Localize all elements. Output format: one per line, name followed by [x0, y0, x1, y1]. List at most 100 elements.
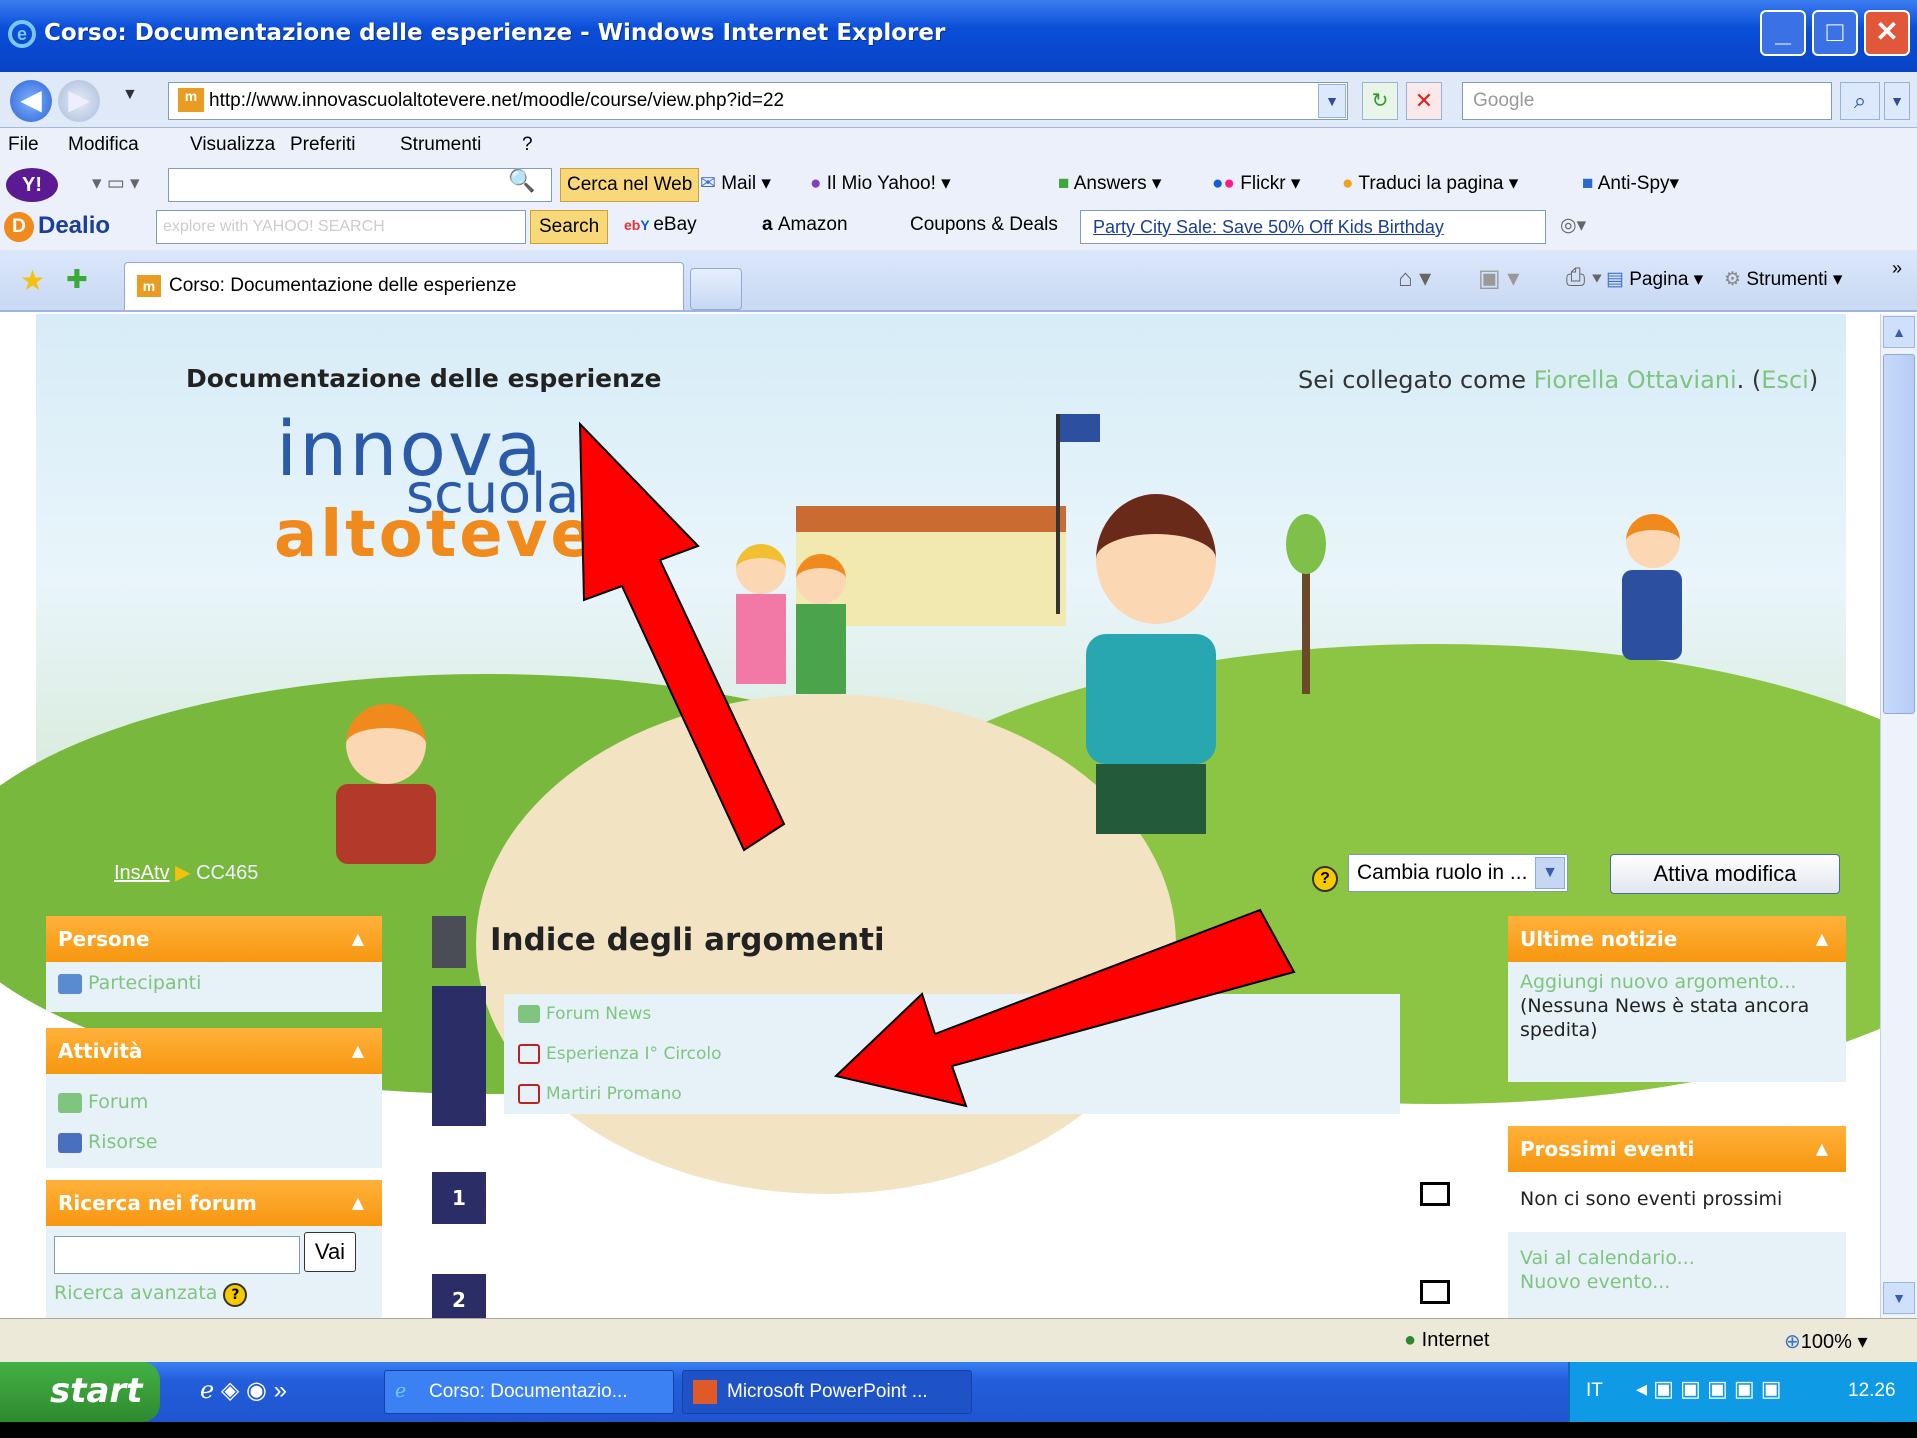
powerpoint-icon: [693, 1380, 717, 1404]
yahoo-flickr-label: Flickr: [1240, 173, 1286, 194]
annotation-arrows: [578, 421, 1296, 1108]
clock: 12.26: [1848, 1380, 1896, 1401]
dealio-ad-link[interactable]: Party City Sale: Save 50% Off Kids Birth…: [1080, 210, 1546, 244]
globe-icon: ●: [1404, 1329, 1422, 1351]
tab-active[interactable]: m Corso: Documentazione delle esperienze: [124, 262, 684, 310]
zone-indicator: ● Internet: [1404, 1329, 1489, 1352]
tray-icons[interactable]: ◂ ▣ ▣ ▣ ▣ ▣: [1636, 1376, 1782, 1402]
ebay-label: eBay: [653, 214, 697, 235]
zoom-icon: ⊕: [1784, 1331, 1801, 1353]
task-ie[interactable]: ℯ Corso: Documentazio...: [384, 1370, 674, 1414]
yahoo-search-input[interactable]: [168, 168, 552, 202]
back-button[interactable]: ◀: [10, 80, 52, 122]
ie-icon: e: [8, 20, 36, 48]
zoom-control[interactable]: ⊕100% ▾: [1784, 1329, 1868, 1354]
zone-label: Internet: [1421, 1329, 1490, 1351]
vertical-scrollbar[interactable]: ▲ ▼: [1880, 314, 1917, 1318]
address-toolbar: ◀ ▶ ▼ http://www.innovascuolaltotevere.n…: [0, 72, 1917, 128]
ie-task-icon: ℯ: [395, 1381, 407, 1402]
taskbar: start ℯ ◈ ◉ » ℯ Corso: Documentazio... Mi…: [0, 1362, 1917, 1422]
search-go-icon[interactable]: ⌕: [1840, 82, 1880, 120]
dealio-brand[interactable]: Dealio: [38, 212, 110, 240]
dealio-search-button[interactable]: Search: [530, 210, 609, 244]
stop-icon[interactable]: ✕: [1406, 82, 1442, 120]
scroll-thumb[interactable]: [1883, 354, 1915, 714]
yahoo-logo-icon[interactable]: Y!: [6, 168, 58, 202]
menu-modifica[interactable]: Modifica: [68, 134, 139, 156]
yahoo-mail-label: Mail: [721, 173, 757, 194]
page-menu[interactable]: ▤ Pagina ▾: [1606, 268, 1703, 291]
menu-bar: File Modifica Visualizza Preferiti Strum…: [0, 128, 1917, 164]
tools-menu-label: Strumenti: [1746, 269, 1828, 290]
dealio-logo-icon: D: [4, 212, 34, 242]
chevron-right-icon[interactable]: »: [1892, 258, 1902, 279]
yahoo-magnifier-icon[interactable]: 🔍: [508, 168, 535, 194]
yahoo-mail-link[interactable]: ✉ Mail ▾: [700, 172, 771, 195]
dealio-toolbar: D Dealio explore with YAHOO! SEARCH Sear…: [0, 206, 1917, 250]
amazon-link[interactable]: a Amazon: [762, 214, 848, 236]
page-menu-label: Pagina: [1629, 269, 1689, 290]
home-icon[interactable]: ⌂ ▾: [1398, 264, 1431, 293]
screen-border: [0, 1422, 1917, 1438]
menu-help[interactable]: ?: [522, 134, 533, 156]
system-tray: IT ◂ ▣ ▣ ▣ ▣ ▣ 12.26: [1568, 1362, 1917, 1422]
quicklaunch-icons[interactable]: ℯ ◈ ◉ »: [200, 1376, 287, 1405]
dealio-search-input[interactable]: explore with YAHOO! SEARCH: [156, 210, 526, 244]
yahoo-translate-link[interactable]: ● Traduci la pagina ▾: [1342, 172, 1518, 195]
start-button[interactable]: start: [0, 1362, 160, 1422]
screen: e Corso: Documentazione delle esperienze…: [0, 0, 1917, 1438]
page-viewport: Documentazione delle esperienze Sei coll…: [0, 314, 1880, 1318]
yahoo-pencil-icon[interactable]: ▾ ▭ ▾: [92, 172, 140, 195]
menu-visualizza[interactable]: Visualizza: [190, 134, 275, 156]
yahoo-my-link[interactable]: ● Il Mio Yahoo! ▾: [810, 172, 951, 195]
yahoo-toolbar: Y! ▾ ▭ ▾ 🔍 Cerca nel Web ✉ Mail ▾ ● Il M…: [0, 164, 1917, 206]
close-button[interactable]: ✕: [1864, 10, 1910, 56]
forward-button[interactable]: ▶: [58, 80, 100, 122]
favorites-star-icon[interactable]: ★: [20, 264, 45, 297]
add-favorite-icon[interactable]: ✚: [66, 264, 88, 295]
url-field[interactable]: http://www.innovascuolaltotevere.net/moo…: [168, 82, 1348, 120]
dealio-options-icon[interactable]: ◎▾: [1560, 214, 1586, 237]
search-field[interactable]: Google: [1462, 82, 1832, 120]
zoom-label: 100%: [1800, 1331, 1852, 1353]
status-bar: ● Internet ⊕100% ▾: [0, 1318, 1917, 1362]
print-icon[interactable]: ⎙ ▾: [1566, 264, 1602, 292]
window-titlebar: e Corso: Documentazione delle esperienze…: [0, 0, 1917, 72]
scroll-up-icon[interactable]: ▲: [1883, 316, 1915, 348]
scroll-down-icon[interactable]: ▼: [1883, 1282, 1915, 1314]
task-ie-label: Corso: Documentazio...: [429, 1381, 628, 1402]
tab-bar: ★ ✚ m Corso: Documentazione delle esperi…: [0, 250, 1917, 312]
red-arrow-up: [578, 421, 786, 852]
minimize-button[interactable]: _: [1760, 10, 1806, 56]
yahoo-search-button[interactable]: Cerca nel Web: [560, 168, 700, 202]
task-powerpoint[interactable]: Microsoft PowerPoint ...: [682, 1370, 972, 1414]
tools-menu[interactable]: ⚙ Strumenti ▾: [1724, 268, 1842, 291]
history-dropdown-icon[interactable]: ▼: [122, 86, 138, 104]
tab-title: Corso: Documentazione delle esperienze: [169, 275, 517, 296]
start-label: start: [50, 1371, 143, 1411]
yahoo-my-label: Il Mio Yahoo!: [826, 173, 936, 194]
language-indicator[interactable]: IT: [1586, 1380, 1603, 1402]
menu-file[interactable]: File: [8, 134, 39, 156]
menu-preferiti[interactable]: Preferiti: [290, 134, 355, 156]
url-dropdown-icon[interactable]: ▼: [1318, 84, 1346, 118]
menu-strumenti[interactable]: Strumenti: [400, 134, 481, 156]
refresh-icon[interactable]: ↻: [1362, 82, 1398, 120]
yahoo-translate-label: Traduci la pagina: [1358, 173, 1504, 194]
window-title: Corso: Documentazione delle esperienze -…: [44, 20, 946, 46]
yahoo-flickr-link[interactable]: ●● Flickr ▾: [1212, 172, 1300, 195]
coupons-link[interactable]: Coupons & Deals: [910, 214, 1058, 236]
maximize-button[interactable]: □: [1812, 10, 1858, 56]
yahoo-antispy-label: Anti-Spy: [1597, 173, 1670, 194]
feeds-icon[interactable]: ▣ ▾: [1478, 264, 1519, 293]
ebay-link[interactable]: ebY eBay: [624, 214, 697, 236]
amazon-label: Amazon: [777, 214, 848, 235]
yahoo-answers-link[interactable]: ■ Answers ▾: [1058, 172, 1161, 195]
red-arrow-left: [833, 908, 1296, 1108]
yahoo-answers-label: Answers: [1073, 173, 1147, 194]
yahoo-antispy-link[interactable]: ■ Anti-Spy▾: [1582, 172, 1679, 195]
search-options-icon[interactable]: ▼: [1884, 82, 1910, 120]
new-tab-button[interactable]: [690, 268, 742, 310]
moodle-tab-icon: m: [137, 275, 161, 297]
moodle-favicon-icon: m: [178, 88, 204, 112]
